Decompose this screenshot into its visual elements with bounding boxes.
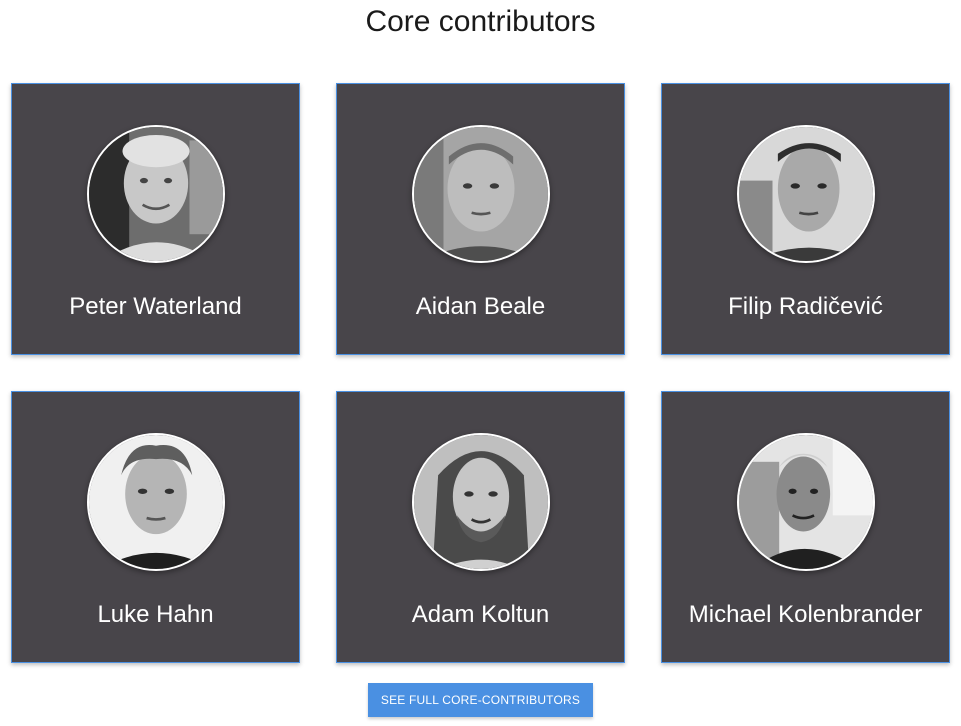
avatar	[411, 433, 550, 571]
portrait-photo-icon	[88, 127, 223, 261]
portrait-photo-icon	[413, 435, 548, 569]
avatar	[411, 125, 550, 263]
contributor-card[interactable]: Michael Kolenbrander	[661, 391, 950, 663]
contributor-name: Michael Kolenbrander	[688, 601, 923, 628]
avatar	[736, 433, 875, 571]
contributor-name: Adam Koltun	[411, 601, 550, 628]
portrait-photo-icon	[413, 127, 548, 261]
avatar	[86, 125, 225, 263]
contributor-card[interactable]: Adam Koltun	[336, 391, 625, 663]
contributor-card[interactable]: Peter Waterland	[11, 83, 300, 355]
avatar	[736, 125, 875, 263]
page-title: Core contributors	[365, 5, 596, 38]
portrait-photo-icon	[88, 435, 223, 569]
portrait-photo-icon	[738, 435, 873, 569]
contributor-name: Luke Hahn	[97, 601, 214, 628]
see-full-core-contributors-button[interactable]: SEE FULL CORE-CONTRIBUTORS	[368, 683, 593, 717]
contributor-name: Filip Radičević	[728, 293, 883, 320]
contributor-card[interactable]: Filip Radičević	[661, 83, 950, 355]
contributor-card[interactable]: Luke Hahn	[11, 391, 300, 663]
avatar	[86, 433, 225, 571]
contributor-name: Peter Waterland	[69, 293, 242, 320]
portrait-photo-icon	[738, 127, 873, 261]
contributor-card[interactable]: Aidan Beale	[336, 83, 625, 355]
contributor-name: Aidan Beale	[415, 293, 546, 320]
contributor-grid: Peter Waterland Aidan Beale Filip Radiče…	[11, 83, 951, 663]
